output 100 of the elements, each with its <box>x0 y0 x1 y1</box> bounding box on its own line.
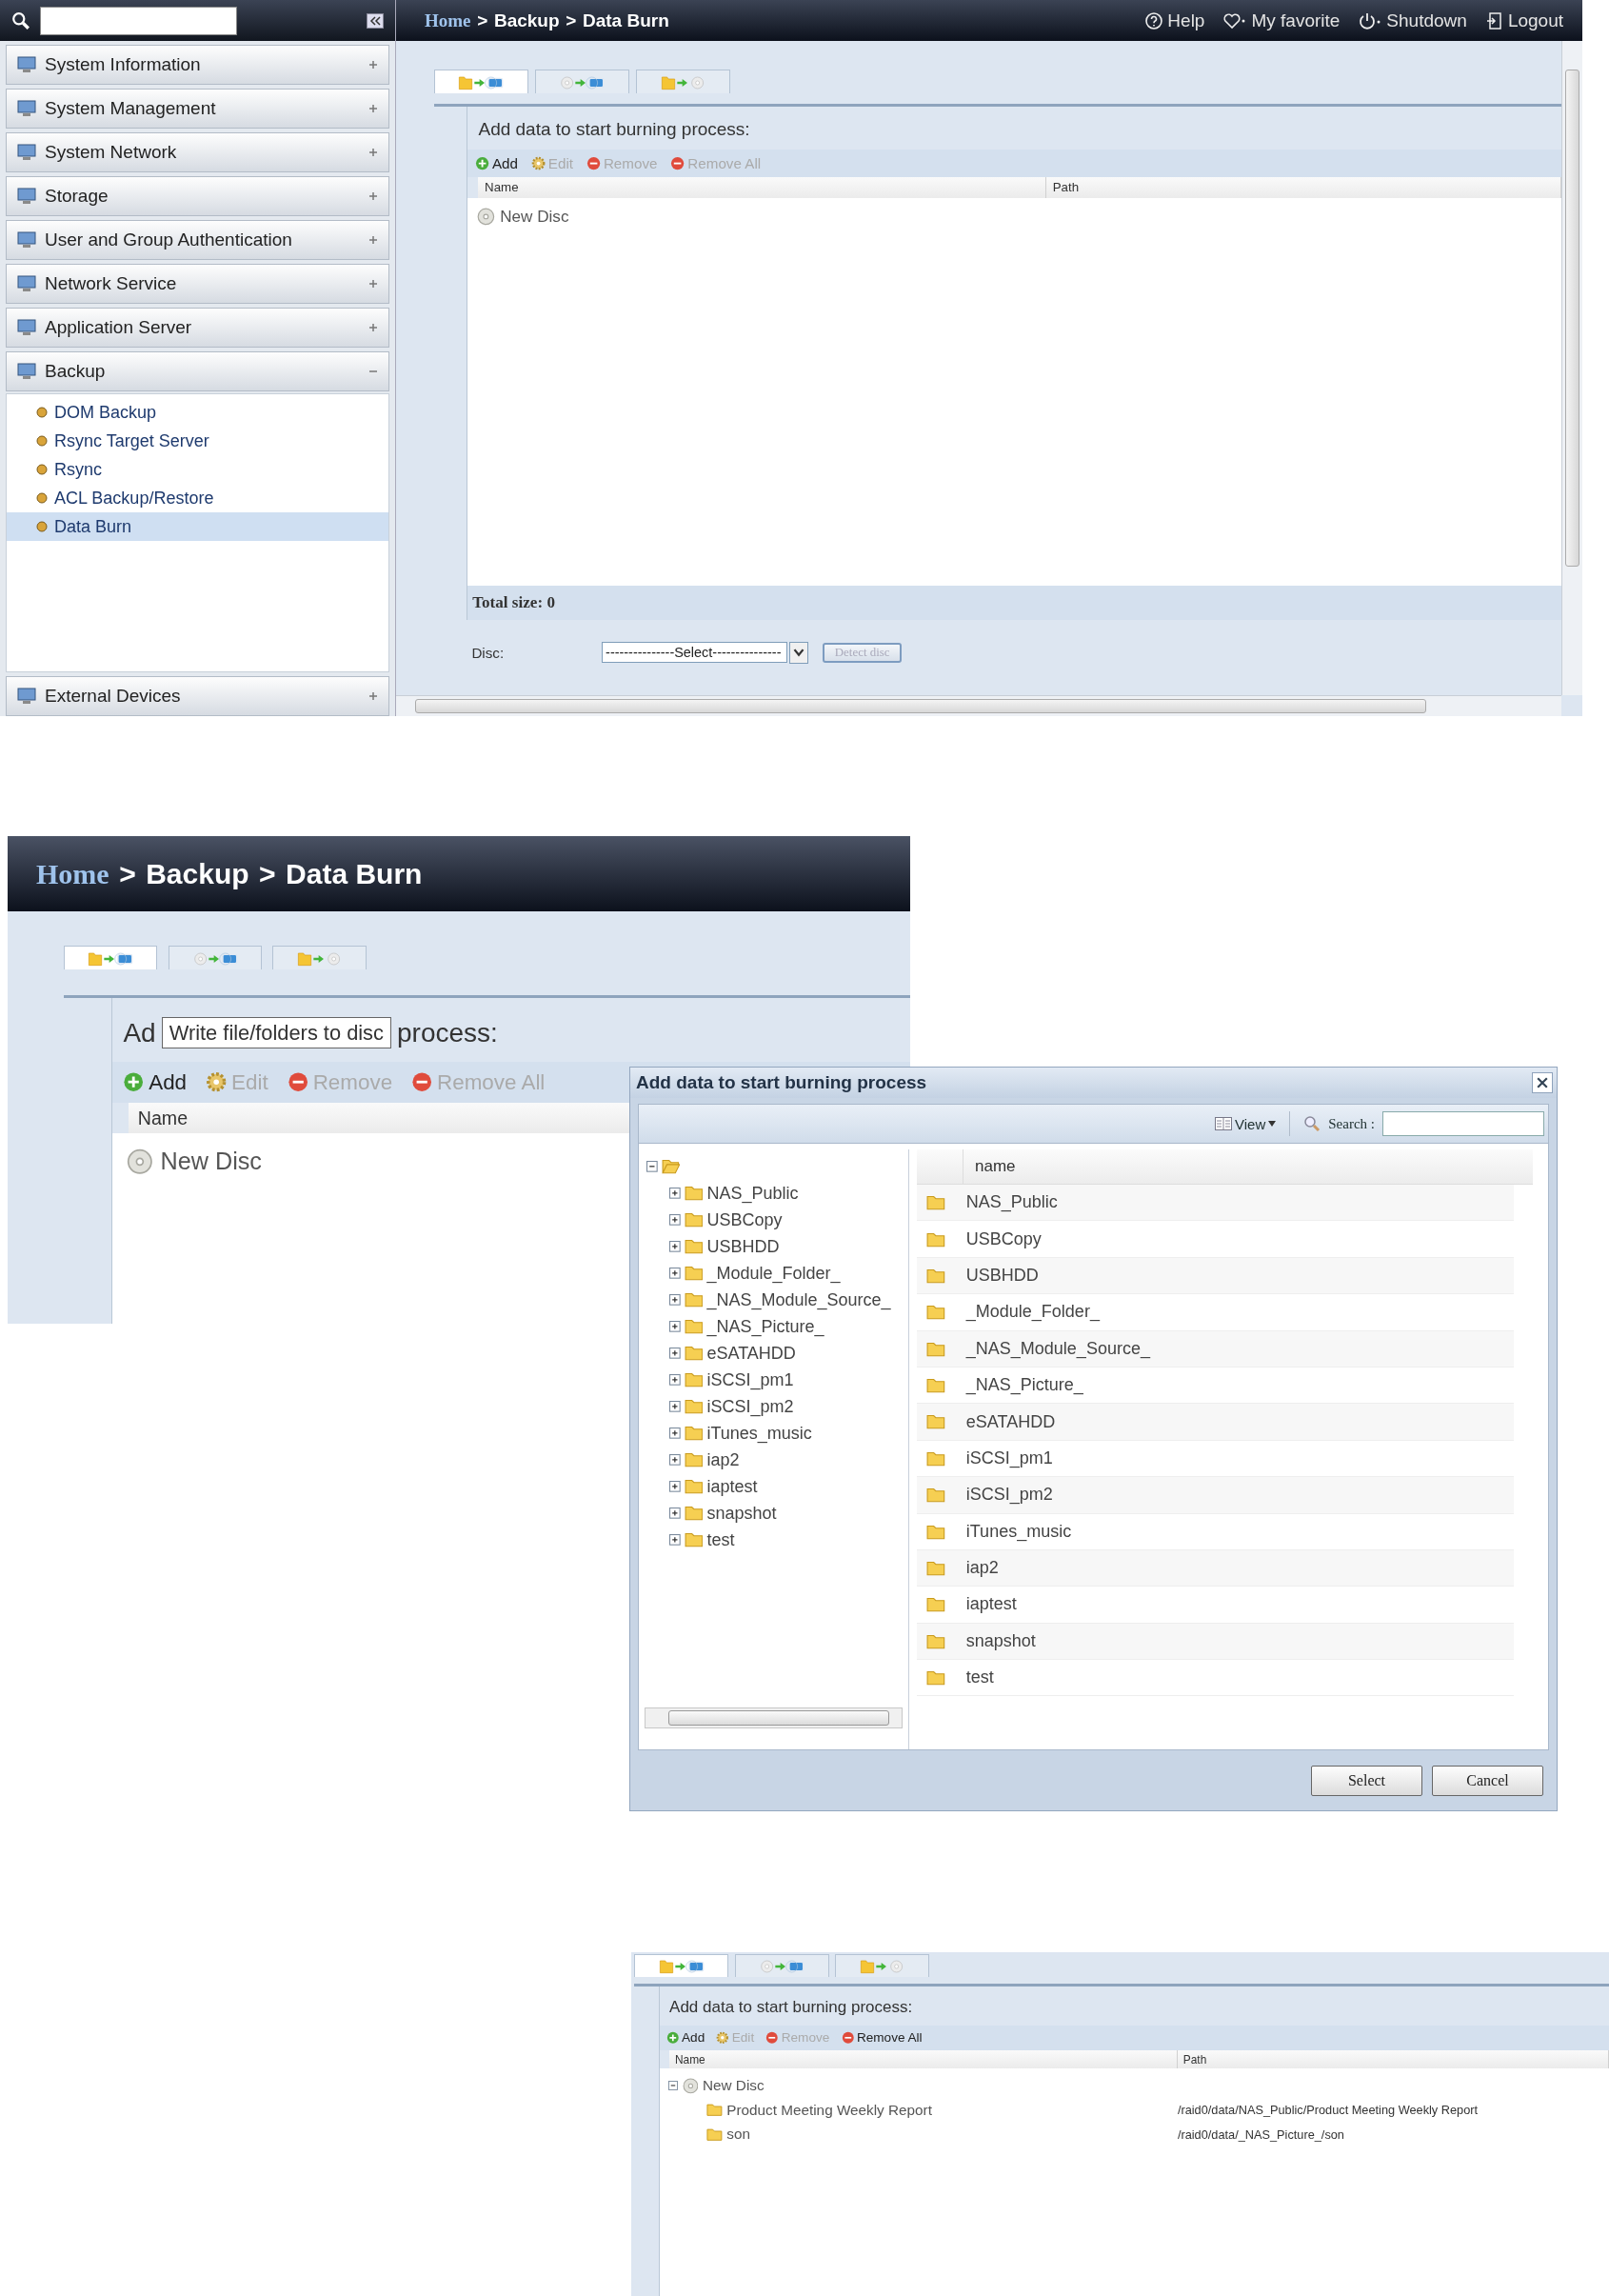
folder-icon <box>926 1413 945 1430</box>
sidebar-item[interactable]: Rsync Target Server <box>7 427 388 455</box>
monitor-icon <box>16 55 37 74</box>
close-button[interactable] <box>1532 1072 1553 1093</box>
sidebar-group[interactable]: Network Service <box>6 264 389 304</box>
expand-icon[interactable] <box>669 1507 681 1519</box>
horizontal-scrollbar[interactable] <box>645 1707 903 1728</box>
list-item[interactable]: _NAS_Picture_ <box>965 1375 1083 1396</box>
tree-item[interactable]: USBCopy <box>706 1209 783 1230</box>
tree-item[interactable]: New Disc <box>703 2077 765 2095</box>
expand-icon[interactable] <box>669 1348 681 1359</box>
dialog-button[interactable]: Select <box>1311 1765 1422 1796</box>
collapse-icon[interactable] <box>646 1161 658 1172</box>
expand-icon[interactable] <box>669 1188 681 1199</box>
tree-item[interactable]: NAS_Public <box>706 1183 799 1204</box>
tree-item[interactable]: New Disc <box>160 1148 262 1175</box>
list-item[interactable]: eSATAHDD <box>965 1411 1056 1432</box>
sidebar-group[interactable]: System Management <box>6 89 389 129</box>
expand-icon[interactable] <box>669 1294 681 1306</box>
top-link[interactable]: Logout <box>1485 10 1563 31</box>
search-field[interactable] <box>40 6 237 35</box>
expand-icon[interactable] <box>669 1401 681 1412</box>
breadcrumb-link[interactable]: Home <box>36 857 109 890</box>
list-item[interactable]: iTunes_music <box>965 1521 1072 1542</box>
collapse-icon[interactable] <box>367 12 384 29</box>
search-field[interactable] <box>1382 1111 1544 1136</box>
heading-text: Ad <box>123 1017 156 1048</box>
dropdown-button[interactable] <box>789 641 808 664</box>
list-item[interactable]: iSCSI_pm2 <box>965 1485 1053 1506</box>
top-link[interactable]: Help <box>1145 10 1205 31</box>
column-header[interactable]: Name <box>478 177 1047 198</box>
tree-item[interactable]: test <box>706 1529 735 1550</box>
expand-icon[interactable] <box>669 1374 681 1386</box>
tree-item[interactable]: _Module_Folder_ <box>706 1263 841 1284</box>
sidebar-group[interactable]: User and Group Authentication <box>6 220 389 260</box>
list-item[interactable]: USBHDD <box>965 1265 1039 1286</box>
tree-item[interactable]: USBHDD <box>706 1236 780 1257</box>
sidebar-group[interactable]: System Information <box>6 45 389 85</box>
expand-icon[interactable] <box>669 1481 681 1492</box>
expand-icon[interactable] <box>669 1214 681 1226</box>
sidebar-group[interactable]: External Devices <box>6 676 389 716</box>
dialog-button[interactable]: Cancel <box>1432 1765 1543 1796</box>
view-button[interactable]: View <box>1215 1115 1277 1132</box>
tree-item[interactable]: eSATAHDD <box>706 1343 796 1364</box>
sidebar-item[interactable]: Rsync <box>7 455 388 484</box>
tab[interactable] <box>63 946 158 970</box>
tree-item[interactable]: snapshot <box>706 1503 777 1524</box>
tab[interactable] <box>168 946 263 970</box>
folder-icon <box>926 1267 945 1284</box>
expand-icon[interactable] <box>669 1241 681 1252</box>
tab[interactable] <box>634 1953 729 1978</box>
tab[interactable] <box>734 1953 829 1978</box>
list-item[interactable]: NAS_Public <box>965 1192 1058 1213</box>
tree-item[interactable]: iSCSI_pm2 <box>706 1396 794 1417</box>
list-item[interactable]: test <box>965 1667 994 1688</box>
disc-select[interactable]: ---------------Select--------------- <box>602 642 788 664</box>
expand-icon[interactable] <box>669 1534 681 1546</box>
toolbar-button[interactable]: Remove All <box>841 2030 923 2046</box>
tree-item[interactable]: New Disc <box>500 207 569 227</box>
tab[interactable] <box>535 70 629 94</box>
tree-item[interactable]: iTunes_music <box>706 1423 812 1444</box>
tree-item[interactable]: iaptest <box>706 1476 758 1497</box>
top-link[interactable]: Shutdown <box>1359 10 1467 31</box>
sidebar-item[interactable]: Data Burn <box>7 512 388 541</box>
tree-item[interactable]: Product Meeting Weekly Report <box>726 2101 932 2119</box>
list-item[interactable]: _NAS_Module_Source_ <box>965 1338 1150 1359</box>
sidebar-item[interactable]: ACL Backup/Restore <box>7 484 388 512</box>
horizontal-scrollbar[interactable] <box>396 695 1561 716</box>
section-heading: Add data to start burning process: <box>477 118 751 142</box>
list-item[interactable]: USBCopy <box>965 1228 1042 1249</box>
list-item[interactable]: _Module_Folder_ <box>965 1302 1100 1323</box>
list-item[interactable]: iaptest <box>965 1594 1017 1615</box>
expand-icon[interactable] <box>669 1454 681 1466</box>
top-link[interactable]: My favorite <box>1223 10 1341 31</box>
expand-icon[interactable] <box>669 1268 681 1279</box>
toolbar-button[interactable]: Add <box>123 1069 188 1095</box>
total-size: Total size: 0 <box>467 586 1561 621</box>
remove-icon <box>411 1071 433 1093</box>
sidebar-item[interactable]: DOM Backup <box>7 398 388 427</box>
toolbar-button[interactable]: Add <box>474 155 518 172</box>
expand-icon[interactable] <box>669 1321 681 1332</box>
sidebar-group[interactable]: Backup <box>6 351 389 391</box>
column-header[interactable]: name <box>963 1157 1016 1176</box>
sidebar-group[interactable]: Application Server <box>6 308 389 348</box>
tree-item[interactable]: _NAS_Picture_ <box>706 1316 824 1337</box>
list-item[interactable]: snapshot <box>965 1630 1036 1651</box>
folder-icon <box>926 1304 945 1321</box>
expand-icon[interactable] <box>669 1428 681 1439</box>
list-item[interactable]: iSCSI_pm1 <box>965 1447 1053 1468</box>
sidebar-group[interactable]: Storage <box>6 176 389 216</box>
tree-item[interactable]: _NAS_Module_Source_ <box>706 1289 891 1310</box>
list-item[interactable]: iap2 <box>965 1558 999 1579</box>
tree-item[interactable]: iap2 <box>706 1449 740 1470</box>
vertical-scrollbar[interactable] <box>1561 41 1582 695</box>
sidebar-group[interactable]: System Network <box>6 132 389 172</box>
tab[interactable] <box>433 70 528 94</box>
breadcrumb-link[interactable]: Home <box>425 10 471 31</box>
tree-item[interactable]: son <box>726 2126 750 2144</box>
toolbar-button[interactable]: Add <box>665 2030 705 2046</box>
tree-item[interactable]: iSCSI_pm1 <box>706 1369 794 1390</box>
